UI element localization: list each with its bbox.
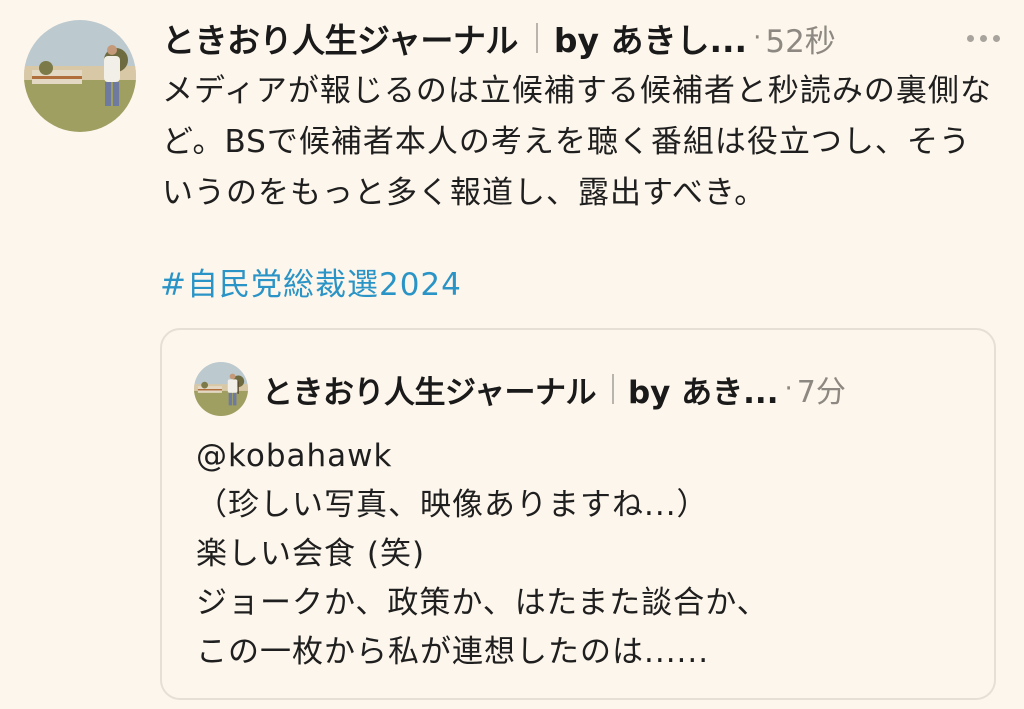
- tweet-body: メディアが報じるのは立候補する候補者と秒読みの裏側など。BSで候補者本人の考えを…: [162, 73, 992, 211]
- quoted-name-separator: [611, 374, 614, 404]
- ellipsis-dot: [967, 34, 974, 42]
- quoted-body-line: 楽しい会食 (笑): [196, 536, 426, 572]
- mention-link[interactable]: @kobahawk: [196, 432, 976, 481]
- quoted-timestamp[interactable]: 7分: [797, 367, 846, 411]
- time-separator: ·: [753, 23, 762, 53]
- ellipsis-icon[interactable]: [963, 29, 1004, 48]
- quoted-author-handle[interactable]: by あき...: [628, 367, 779, 412]
- author-avatar[interactable]: [24, 20, 136, 132]
- timestamp[interactable]: 52秒: [765, 16, 835, 61]
- quoted-body-line: この一枚から私が連想したのは......: [196, 634, 710, 670]
- quoted-time-separator: ·: [784, 374, 793, 404]
- quoted-body-line: （珍しい写真、映像ありますね...）: [196, 487, 709, 523]
- quoted-author-avatar[interactable]: [194, 362, 248, 416]
- name-separator: [535, 23, 538, 53]
- tweet-header: ときおり人生ジャーナル by あきし... · 52秒: [162, 14, 1004, 62]
- quoted-tweet-header: ときおり人生ジャーナル by あき... · 7分: [262, 364, 974, 414]
- author-handle[interactable]: by あきし...: [554, 14, 747, 62]
- hashtag-link[interactable]: #自民党総裁選2024: [160, 262, 462, 308]
- ellipsis-dot: [980, 34, 987, 42]
- quoted-author-name[interactable]: ときおり人生ジャーナル: [262, 367, 596, 412]
- author-name[interactable]: ときおり人生ジャーナル: [162, 14, 518, 62]
- quoted-tweet-body: @kobahawk （珍しい写真、映像ありますね...） 楽しい会食 (笑) ジ…: [196, 432, 976, 677]
- ellipsis-dot: [993, 34, 1000, 42]
- tweet-card[interactable]: ときおり人生ジャーナル by あきし... · 52秒 メディアが報じるのは立候…: [0, 0, 1024, 709]
- quoted-body-line: ジョークか、政策か、はたまた談合か、: [196, 585, 769, 621]
- quoted-tweet[interactable]: ときおり人生ジャーナル by あき... · 7分 @kobahawk （珍しい…: [160, 328, 996, 700]
